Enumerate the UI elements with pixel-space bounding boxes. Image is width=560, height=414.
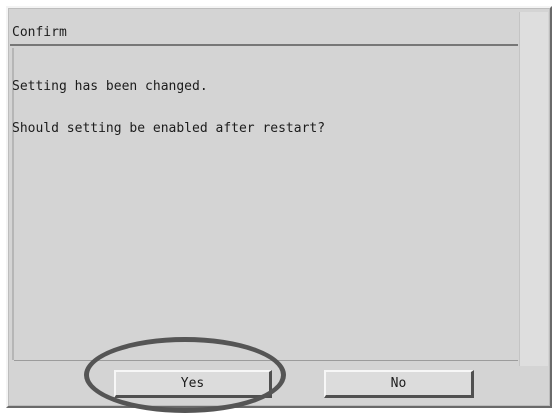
dialog-message: Setting has been changed. Should setting…: [12, 52, 508, 352]
yes-button[interactable]: Yes: [114, 370, 272, 398]
message-line-1: Setting has been changed.: [12, 79, 208, 94]
dialog-title-bar: Confirm: [10, 12, 518, 46]
divider: [14, 360, 518, 361]
message-line-2: Should setting be enabled after restart?: [12, 121, 326, 136]
confirm-dialog: Confirm Setting has been changed. Should…: [6, 6, 552, 408]
dialog-side-panel: [519, 12, 548, 366]
dialog-title: Confirm: [12, 25, 67, 40]
no-button[interactable]: No: [324, 370, 474, 398]
dialog-button-bar: Yes No: [14, 363, 548, 401]
